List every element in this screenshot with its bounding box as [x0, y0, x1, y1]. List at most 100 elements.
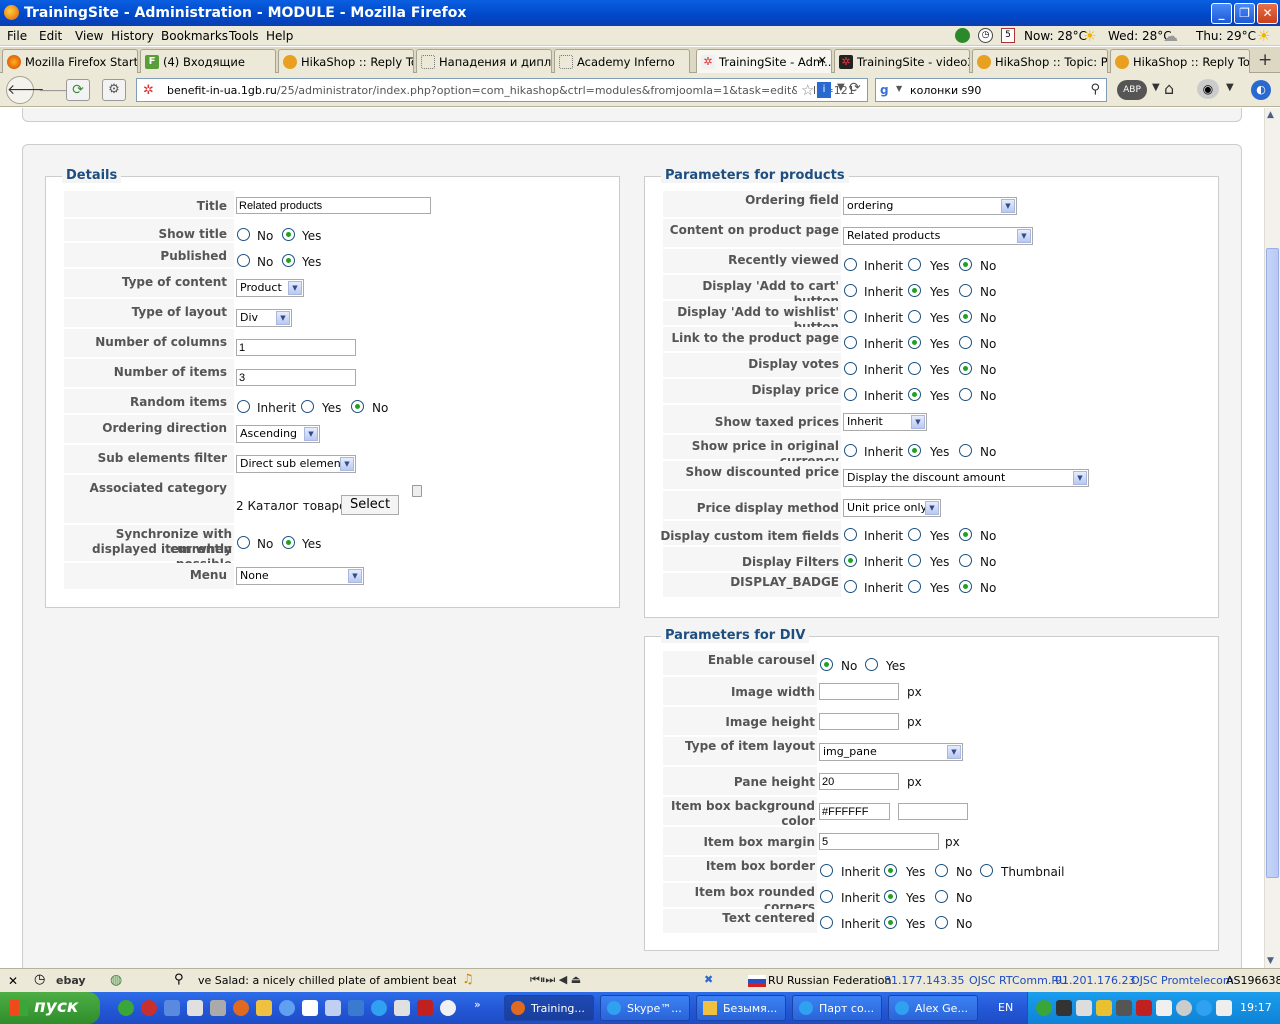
synchronize-yes-radio[interactable]	[282, 536, 295, 549]
bookmark-star-icon[interactable]: ☆	[797, 81, 815, 99]
add-to-cart-no-radio[interactable]	[959, 284, 972, 297]
reload-icon[interactable]: ⟳	[849, 80, 861, 96]
display-badge-inherit-radio[interactable]	[844, 580, 857, 593]
info-icon[interactable]: i	[817, 82, 831, 98]
app-icon[interactable]	[325, 1000, 341, 1016]
menu-history[interactable]: History	[111, 29, 154, 43]
random-items-yes-radio[interactable]	[301, 400, 314, 413]
synchronize-no-radio[interactable]	[237, 536, 250, 549]
pane-height-input[interactable]	[819, 773, 899, 790]
addon-eye-icon[interactable]: ◉	[1197, 79, 1219, 99]
google-icon[interactable]: g	[880, 83, 896, 97]
recently-viewed-inherit-radio[interactable]	[844, 258, 857, 271]
carousel-yes-radio[interactable]	[865, 658, 878, 671]
magnifier-icon[interactable]: ⚲	[1090, 82, 1100, 97]
add-to-wishlist-inherit-radio[interactable]	[844, 310, 857, 323]
original-currency-inherit-radio[interactable]	[844, 444, 857, 457]
bg-color-swatch[interactable]	[898, 803, 968, 820]
local-ip[interactable]: 81.177.143.35	[884, 974, 964, 987]
type-of-content-select[interactable]: Product ▼	[236, 279, 304, 297]
tray-icon[interactable]	[1056, 1000, 1072, 1016]
number-of-items-input[interactable]	[236, 369, 356, 386]
random-items-no-radio[interactable]	[351, 400, 364, 413]
url-dropdown-icon[interactable]: ▼	[837, 82, 845, 93]
tab-trainingsite-video2[interactable]: ✲ TrainingSite - video2	[834, 49, 970, 73]
bg-color-input[interactable]	[819, 803, 890, 820]
tab-inbox[interactable]: F (4) Входящие	[140, 49, 276, 73]
firefox-icon[interactable]	[233, 1000, 249, 1016]
border-yes-radio[interactable]	[884, 864, 897, 877]
adblock-dropdown-icon[interactable]: ▼	[1152, 82, 1160, 93]
border-inherit-radio[interactable]	[820, 864, 833, 877]
random-items-inherit-radio[interactable]	[237, 400, 250, 413]
link-product-no-radio[interactable]	[959, 336, 972, 349]
app-icon[interactable]	[210, 1000, 226, 1016]
rounded-no-radio[interactable]	[935, 890, 948, 903]
tab-hikashop-topic[interactable]: HikaShop :: Topic: Pr...	[972, 49, 1108, 73]
original-currency-yes-radio[interactable]	[908, 444, 921, 457]
refresh-addon-icon[interactable]: ⟳	[66, 79, 90, 101]
display-filters-inherit-radio[interactable]	[844, 554, 857, 567]
text-centered-inherit-radio[interactable]	[820, 916, 833, 929]
content-product-page-select[interactable]: Related products ▼	[843, 227, 1033, 245]
link-product-inherit-radio[interactable]	[844, 336, 857, 349]
weather-thu[interactable]: Thu: 29°C	[1196, 29, 1256, 43]
url-bar[interactable]: ✲ benefit-in-ua.1gb.ru/25/administrator/…	[136, 78, 868, 102]
show-title-no-radio[interactable]	[237, 228, 250, 241]
isp-2[interactable]: OJSC Promtelecom	[1131, 974, 1234, 987]
start-button[interactable]: пуск	[0, 992, 100, 1024]
display-price-inherit-radio[interactable]	[844, 388, 857, 401]
tray-icon[interactable]	[1096, 1000, 1112, 1016]
tray-icon[interactable]	[1076, 1000, 1092, 1016]
tray-icon[interactable]	[1196, 1000, 1212, 1016]
tab-hikashop-reply-1[interactable]: HikaShop :: Reply To...	[278, 49, 414, 73]
filezilla-icon[interactable]	[417, 1000, 433, 1016]
custom-fields-yes-radio[interactable]	[908, 528, 921, 541]
text-centered-no-radio[interactable]	[935, 916, 948, 929]
show-title-yes-radio[interactable]	[282, 228, 295, 241]
news-ticker[interactable]: ve Salad: a nicely chilled plate of ambi…	[198, 974, 456, 987]
minimize-button[interactable]: _	[1211, 3, 1232, 24]
rounded-inherit-radio[interactable]	[820, 890, 833, 903]
media-icon[interactable]	[440, 1000, 456, 1016]
tray-icon[interactable]	[1136, 1000, 1152, 1016]
published-no-radio[interactable]	[237, 254, 250, 267]
taskbar-chat-2[interactable]: Alex Ge...	[888, 995, 978, 1021]
close-addon-bar-icon[interactable]: ✕	[8, 974, 18, 988]
tab-trainingsite-admin[interactable]: ✲ TrainingSite - Adm... ✕	[696, 49, 832, 74]
link-product-yes-radio[interactable]	[908, 336, 921, 349]
display-price-no-radio[interactable]	[959, 388, 972, 401]
menu-bookmarks[interactable]: Bookmarks	[161, 29, 228, 43]
display-price-yes-radio[interactable]	[908, 388, 921, 401]
tray-icon[interactable]	[1176, 1000, 1192, 1016]
back-button[interactable]: 🡐	[6, 76, 45, 104]
border-no-radio[interactable]	[935, 864, 948, 877]
custom-fields-no-radio[interactable]	[959, 528, 972, 541]
window-title-bar[interactable]: TrainingSite - Administration - MODULE -…	[0, 0, 1280, 26]
add-to-cart-inherit-radio[interactable]	[844, 284, 857, 297]
weather-now[interactable]: Now: 28°C	[1024, 29, 1087, 43]
taskbar-paint[interactable]: Безымя...	[696, 995, 786, 1021]
tray-icon[interactable]	[1036, 1000, 1052, 1016]
addon-dropdown-icon[interactable]: ▼	[1226, 82, 1234, 93]
media-controls[interactable]: ⏮⏸⏭ ◀ ⏏	[530, 973, 581, 987]
utorrent-icon[interactable]	[118, 1000, 134, 1016]
ebay-icon[interactable]: ebay	[56, 974, 86, 987]
volume-icon[interactable]	[1216, 1000, 1232, 1016]
tools-addon-icon[interactable]: ⚙	[102, 79, 126, 101]
display-votes-yes-radio[interactable]	[908, 362, 921, 375]
adblock-icon[interactable]: ABP	[1117, 80, 1147, 100]
tray-icon[interactable]	[1156, 1000, 1172, 1016]
tab-attacks[interactable]: Нападения и дипло...	[416, 49, 552, 73]
search-box[interactable]: g ▼ колонки s90 ⚲	[875, 78, 1107, 102]
original-currency-no-radio[interactable]	[959, 444, 972, 457]
menu-help[interactable]: Help	[266, 29, 293, 43]
taskbar-firefox[interactable]: Training...	[504, 995, 594, 1021]
skype-icon[interactable]	[371, 1000, 387, 1016]
search-engine-dropdown-icon[interactable]: ▼	[896, 84, 902, 93]
scroll-up-icon[interactable]: ▲	[1267, 110, 1274, 120]
taskbar-skype[interactable]: Skype™...	[600, 995, 690, 1021]
add-to-cart-yes-radio[interactable]	[908, 284, 921, 297]
type-of-layout-select[interactable]: Div ▼	[236, 309, 292, 327]
app-icon[interactable]	[394, 1000, 410, 1016]
